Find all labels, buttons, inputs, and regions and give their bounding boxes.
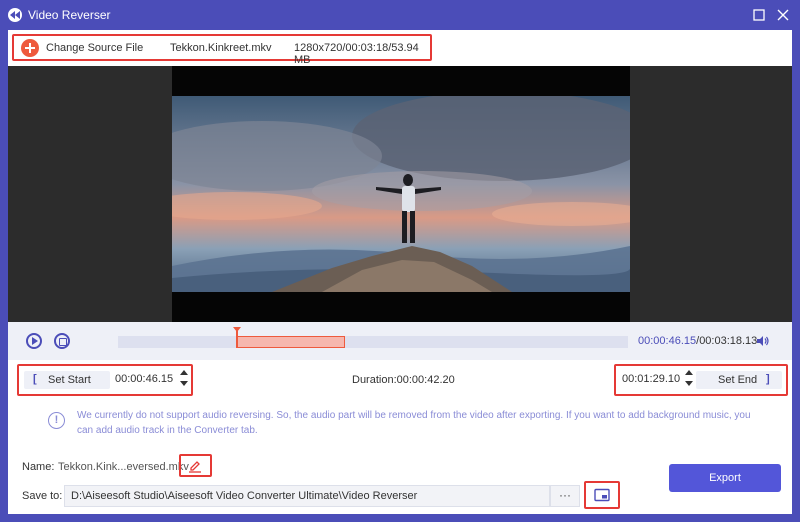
total-time: 00:03:18.13 xyxy=(699,335,758,347)
source-file-bar: Change Source File Tekkon.Kinkreet.mkv 1… xyxy=(12,34,432,66)
decrement-icon[interactable] xyxy=(685,381,693,386)
title-bar: Video Reverser xyxy=(0,0,800,30)
end-time-stepper[interactable] xyxy=(684,369,694,389)
volume-icon[interactable] xyxy=(756,334,770,351)
change-source-file-button[interactable]: Change Source File xyxy=(46,42,143,54)
folder-icon xyxy=(594,488,610,502)
export-button[interactable]: Export xyxy=(669,464,781,492)
end-bracket-icon: ] xyxy=(766,373,770,385)
start-time-group: [ Set Start 00:00:46.15 xyxy=(17,364,193,396)
set-end-button[interactable]: Set End ] xyxy=(696,371,782,389)
maximize-icon[interactable] xyxy=(750,6,768,24)
video-preview xyxy=(8,66,792,322)
end-time-group: 00:01:29.10 Set End ] xyxy=(614,364,788,396)
open-folder-button[interactable] xyxy=(584,481,620,509)
current-time: 00:00:46.15 xyxy=(638,335,697,347)
range-controls: [ Set Start 00:00:46.15 Duration:00:00:4… xyxy=(8,360,792,400)
window-border-right xyxy=(792,30,800,522)
set-start-button[interactable]: [ Set Start xyxy=(24,371,110,389)
output-name-value: Tekkon.Kink...eversed.mkv xyxy=(58,461,189,473)
stop-icon[interactable] xyxy=(54,333,70,349)
decrement-icon[interactable] xyxy=(180,381,188,386)
increment-icon[interactable] xyxy=(685,370,693,375)
playback-controls: 00:00:46.15/00:03:18.13 xyxy=(8,322,792,360)
start-time-field[interactable]: 00:00:46.15 xyxy=(115,373,173,385)
save-to-label: Save to: xyxy=(22,490,63,502)
window-title: Video Reverser xyxy=(28,8,111,22)
set-end-label: Set End xyxy=(718,374,758,386)
browse-button[interactable]: ··· xyxy=(550,485,580,507)
play-icon[interactable] xyxy=(26,333,42,349)
end-time-field[interactable]: 00:01:29.10 xyxy=(622,373,680,385)
window-border-left xyxy=(0,30,8,522)
playhead-marker[interactable] xyxy=(232,327,241,348)
increment-icon[interactable] xyxy=(180,370,188,375)
edit-name-button[interactable] xyxy=(179,454,212,477)
close-icon[interactable] xyxy=(774,6,792,24)
name-label: Name: xyxy=(22,461,55,473)
time-readout: 00:00:46.15/00:03:18.13 xyxy=(638,335,757,347)
timeline-track[interactable] xyxy=(118,327,628,348)
source-file-info: 1280x720/00:03:18/53.94 MB xyxy=(294,42,419,66)
video-thumbnail xyxy=(172,96,630,292)
start-time-stepper[interactable] xyxy=(179,369,189,389)
start-bracket-icon: [ xyxy=(33,373,37,385)
notice-text: We currently do not support audio revers… xyxy=(77,410,751,436)
window-border-bottom xyxy=(0,514,800,522)
pencil-icon xyxy=(189,461,201,473)
save-path-field[interactable]: D:\Aiseesoft Studio\Aiseesoft Video Conv… xyxy=(64,485,550,507)
app-logo-icon xyxy=(8,8,22,22)
duration-label: Duration:00:00:42.20 xyxy=(352,374,455,386)
video-frame xyxy=(172,66,630,322)
timeline-selection[interactable] xyxy=(236,336,345,348)
source-file-name: Tekkon.Kinkreet.mkv xyxy=(170,42,272,54)
info-icon: ! xyxy=(48,412,65,429)
set-start-label: Set Start xyxy=(48,374,91,386)
add-source-icon[interactable] xyxy=(21,39,39,57)
